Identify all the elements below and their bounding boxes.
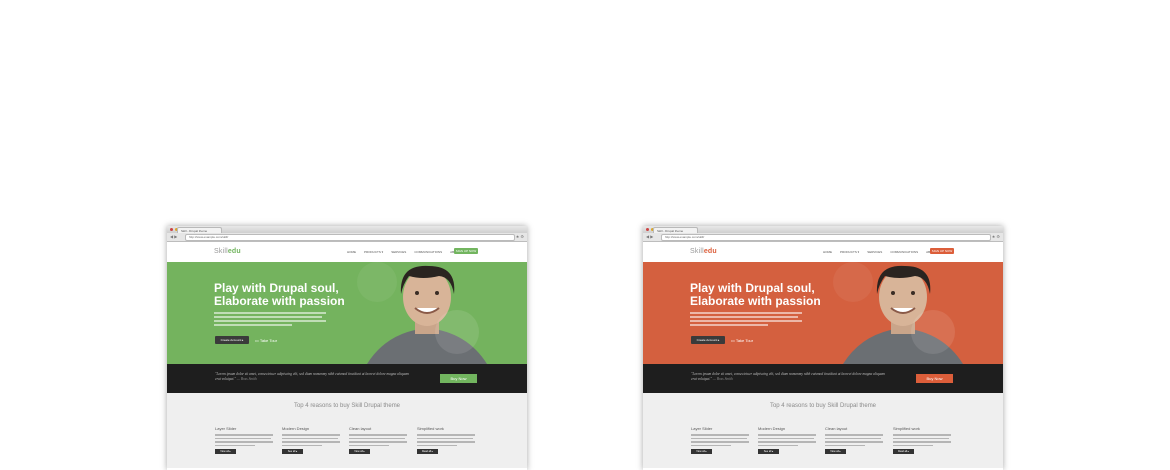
take-tour-link[interactable]: ▭ Take Tour (731, 338, 753, 343)
hero-body-text (690, 312, 802, 330)
reasons-section: Top 4 reasons to buy Skill Drupal theme … (167, 393, 527, 468)
feature-text (893, 434, 953, 446)
main-menu: HOME PRODUCTS ▾ SERVICES COMMUNICATIONS … (823, 250, 941, 254)
window-titlebar: Skill - Drupal theme (643, 226, 1003, 234)
site-header: Skilledu HOME PRODUCTS ▾ SERVICES COMMUN… (167, 242, 527, 262)
feature-name: Clean layout (349, 426, 372, 431)
take-tour-label: Take Tour (259, 338, 278, 343)
feature-text (282, 434, 342, 446)
toolbar-icons[interactable]: ★ ⚙ (992, 235, 1000, 239)
hero-banner: Play with Drupal soul, Elaborate with pas… (167, 262, 527, 364)
logo-accent: edu (227, 248, 241, 255)
toolbar-icons[interactable]: ★ ⚙ (516, 235, 524, 239)
address-bar: ◀ ▶ http://www.example.com/skill/ ★ ⚙ (643, 233, 1003, 242)
quote-author: — Boss Smith (236, 377, 257, 381)
browser-window-orange: Skill - Drupal theme ◀ ▶ http://www.exam… (643, 226, 1003, 470)
feature-card: Simplified work Read all ▸ (893, 426, 953, 454)
menu-item-home[interactable]: HOME (347, 250, 356, 254)
feature-button[interactable]: Read all ▸ (417, 449, 438, 454)
feature-card: Simplified work Read all ▸ (417, 426, 477, 454)
hero-banner: Play with Drupal soul, Elaborate with pas… (643, 262, 1003, 364)
buy-now-button[interactable]: Buy Now (440, 374, 477, 383)
url-field[interactable]: http://www.example.com/skill/ (185, 234, 515, 241)
hero-body-text (214, 312, 326, 330)
feature-card: Layer Slider View all ▸ (691, 426, 751, 454)
testimonial-bar: "Lorem ipsum dolor sit amet, consectetue… (643, 364, 1003, 393)
reasons-title: Top 4 reasons to buy Skill Drupal theme (769, 403, 877, 409)
site-header: Skilledu HOME PRODUCTS ▾ SERVICES COMMUN… (643, 242, 1003, 262)
person-photo (367, 265, 487, 364)
feature-card: Clean layout View all ▸ (825, 426, 885, 454)
feature-name: Modern Design (282, 426, 310, 431)
logo-main: Skill (690, 248, 704, 255)
reasons-title: Top 4 reasons to buy Skill Drupal theme (293, 403, 401, 409)
feature-text (825, 434, 885, 446)
nav-arrows-icon[interactable]: ◀ ▶ (646, 235, 653, 239)
feature-name: Layer Slider (215, 426, 237, 431)
feature-card: Layer Slider View all ▸ (215, 426, 275, 454)
main-menu: HOME PRODUCTS ▾ SERVICES COMMUNICATIONS … (347, 250, 465, 254)
menu-item-home[interactable]: HOME (823, 250, 832, 254)
create-account-button[interactable]: Create Account ▸ (691, 336, 725, 344)
feature-name: Modern Design (758, 426, 786, 431)
menu-item-services[interactable]: SERVICES (391, 250, 406, 254)
feature-button[interactable]: View all ▸ (691, 449, 712, 454)
hero-headline: Play with Drupal soul, Elaborate with pas… (214, 282, 364, 308)
hero-headline: Play with Drupal soul, Elaborate with pas… (690, 282, 840, 308)
feature-card: Clean layout View all ▸ (349, 426, 409, 454)
take-tour-link[interactable]: ▭ Take Tour (255, 338, 277, 343)
feature-text (349, 434, 409, 446)
menu-item-communications[interactable]: COMMUNICATIONS (890, 250, 918, 254)
testimonial-quote: "Lorem ipsum dolor sit amet, consectetue… (215, 372, 415, 382)
decor-circle (435, 310, 479, 354)
menu-item-communications[interactable]: COMMUNICATIONS (414, 250, 442, 254)
feature-card: Modern Design See all ▸ (758, 426, 818, 454)
buy-now-button[interactable]: Buy Now (916, 374, 953, 383)
site-logo[interactable]: Skilledu (690, 248, 717, 255)
person-photo (843, 265, 963, 364)
feature-button[interactable]: View all ▸ (349, 449, 370, 454)
feature-text (758, 434, 818, 446)
address-bar: ◀ ▶ http://www.example.com/skill/ ★ ⚙ (167, 233, 527, 242)
testimonial-quote: "Lorem ipsum dolor sit amet, consectetue… (691, 372, 891, 382)
close-dot-icon[interactable] (646, 228, 649, 231)
close-dot-icon[interactable] (170, 228, 173, 231)
menu-item-products[interactable]: PRODUCTS ▾ (840, 250, 859, 254)
hero-headline-line-2: Elaborate with passion (690, 294, 821, 308)
feature-card: Modern Design See all ▸ (282, 426, 342, 454)
quote-author: — Boss Smith (712, 377, 733, 381)
browser-window-green: Skill - Drupal theme ◀ ▶ http://www.exam… (167, 226, 527, 470)
feature-name: Simplified work (893, 426, 920, 431)
window-titlebar: Skill - Drupal theme (167, 226, 527, 234)
signup-button[interactable]: SIGN UP NOW (930, 248, 954, 254)
site-logo[interactable]: Skilledu (214, 248, 241, 255)
feature-button[interactable]: Read all ▸ (893, 449, 914, 454)
feature-text (417, 434, 477, 446)
logo-main: Skill (214, 248, 228, 255)
feature-name: Clean layout (825, 426, 848, 431)
create-account-button[interactable]: Create Account ▸ (215, 336, 249, 344)
logo-accent: edu (703, 248, 717, 255)
feature-button[interactable]: View all ▸ (825, 449, 846, 454)
menu-item-services[interactable]: SERVICES (867, 250, 882, 254)
feature-text (691, 434, 751, 446)
feature-button[interactable]: See all ▸ (758, 449, 779, 454)
feature-button[interactable]: See all ▸ (282, 449, 303, 454)
reasons-section: Top 4 reasons to buy Skill Drupal theme … (643, 393, 1003, 468)
nav-arrows-icon[interactable]: ◀ ▶ (170, 235, 177, 239)
feature-text (215, 434, 275, 446)
take-tour-label: Take Tour (735, 338, 754, 343)
menu-item-products[interactable]: PRODUCTS ▾ (364, 250, 383, 254)
hero-headline-line-2: Elaborate with passion (214, 294, 345, 308)
signup-button[interactable]: SIGN UP NOW (454, 248, 478, 254)
decor-circle (911, 310, 955, 354)
testimonial-bar: "Lorem ipsum dolor sit amet, consectetue… (167, 364, 527, 393)
feature-name: Layer Slider (691, 426, 713, 431)
feature-name: Simplified work (417, 426, 444, 431)
feature-button[interactable]: View all ▸ (215, 449, 236, 454)
url-field[interactable]: http://www.example.com/skill/ (661, 234, 991, 241)
